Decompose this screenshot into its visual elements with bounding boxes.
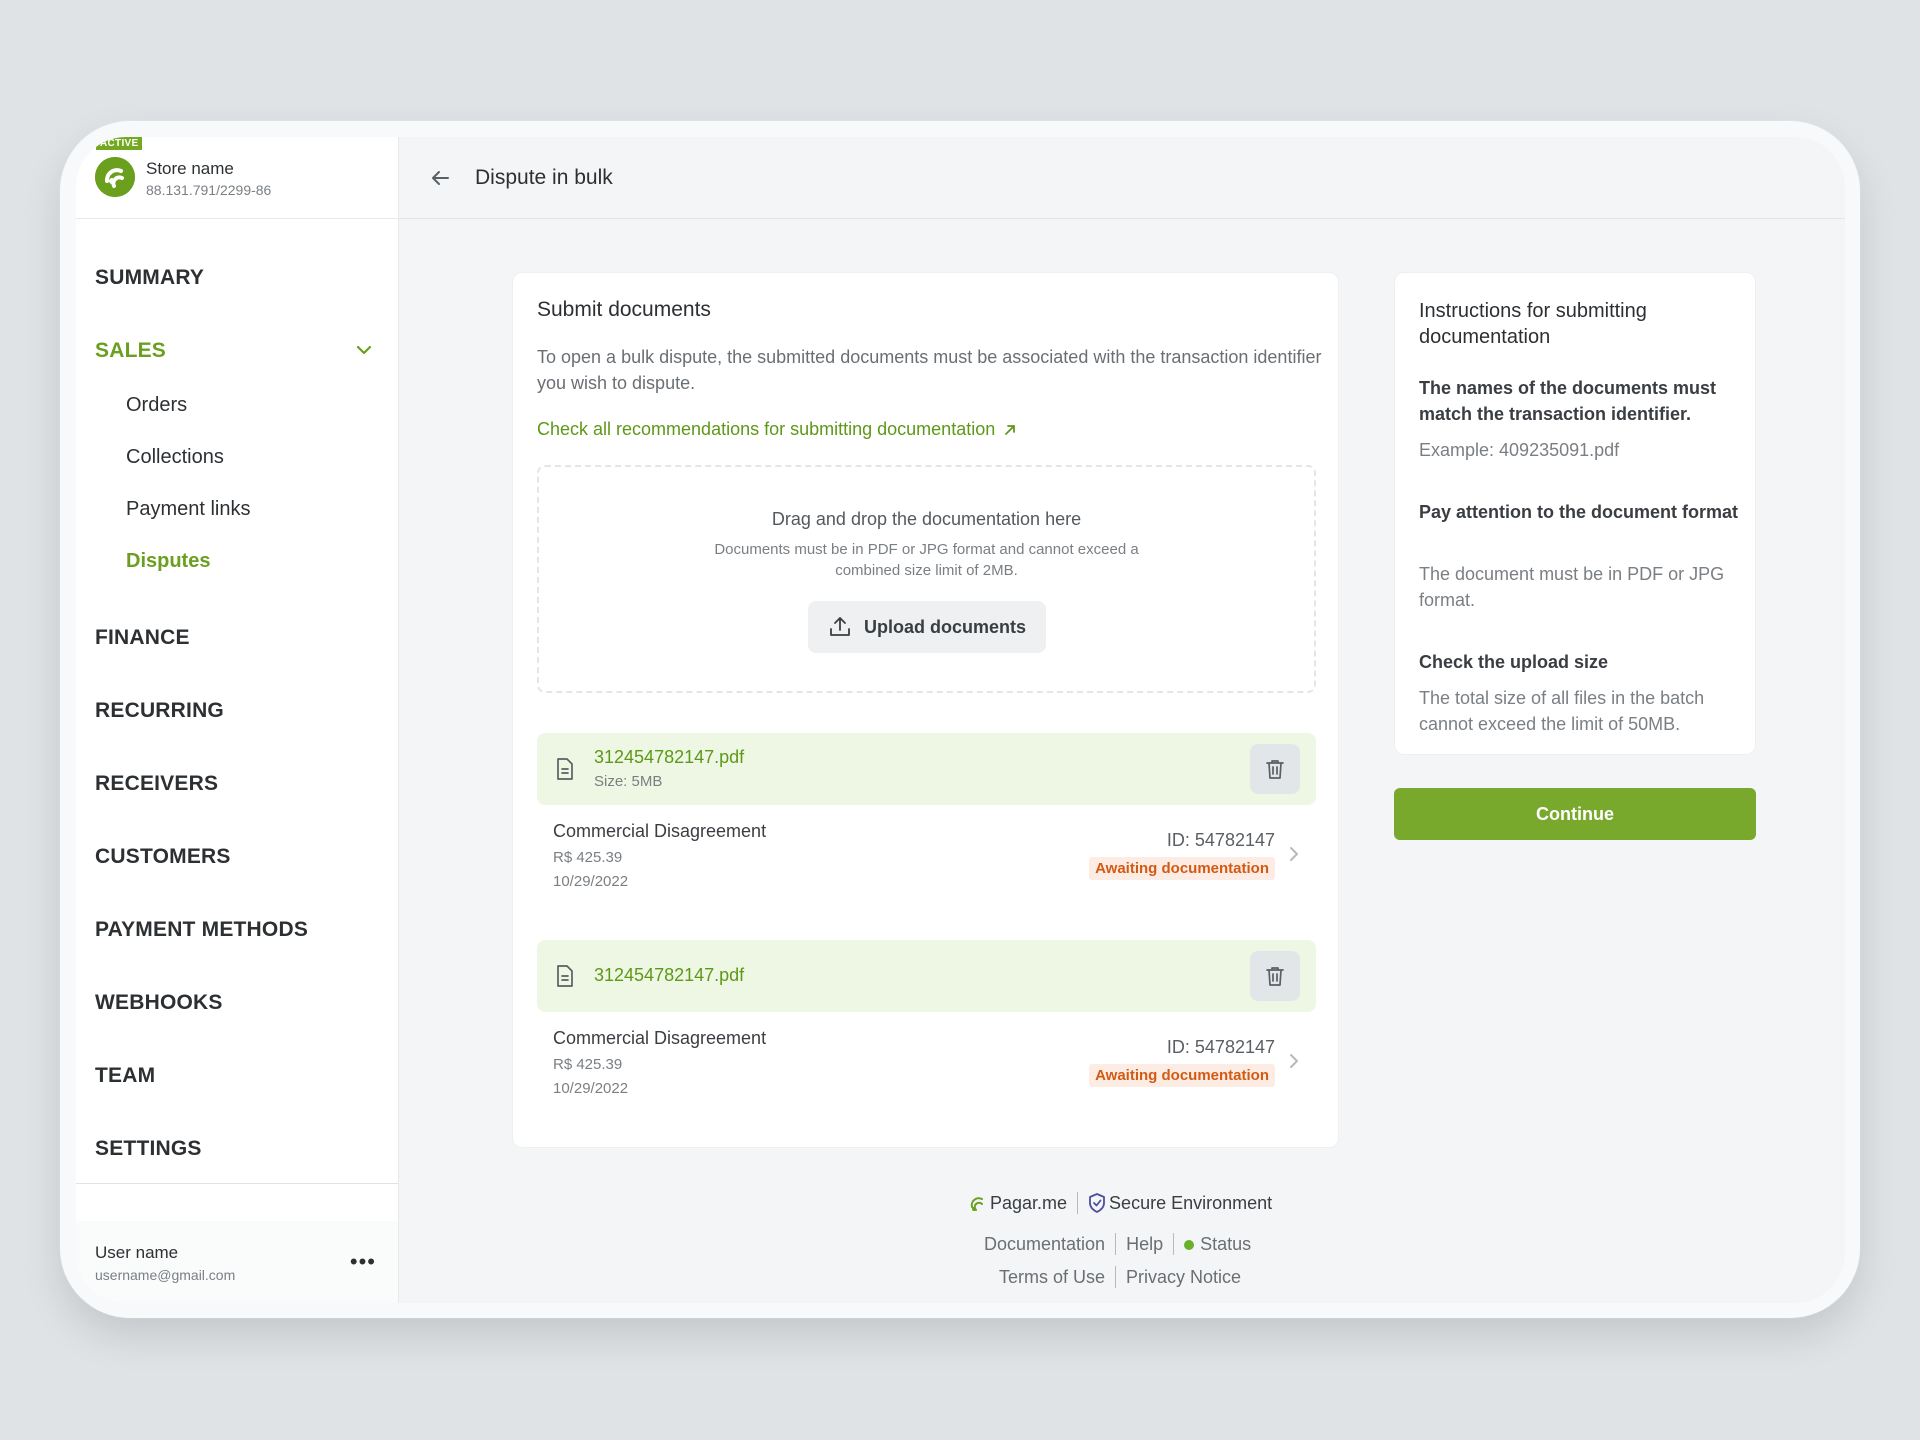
nav-disputes[interactable]: Disputes — [76, 535, 398, 587]
nav-receivers[interactable]: RECEIVERS — [76, 747, 398, 820]
recommendations-link[interactable]: Check all recommendations for submitting… — [537, 419, 1017, 440]
recommendations-link-label: Check all recommendations for submitting… — [537, 419, 996, 439]
arrow-left-icon[interactable] — [428, 166, 452, 190]
user-email: username@gmail.com — [95, 1267, 236, 1283]
file-size: Size: 5MB — [594, 773, 663, 790]
dropzone-title: Drag and drop the documentation here — [771, 509, 1082, 529]
shield-check-icon — [1089, 1193, 1105, 1213]
nav-recurring[interactable]: RECURRING — [76, 674, 398, 747]
status-link[interactable]: Status — [1184, 1234, 1251, 1255]
sidebar-footer: User name username@gmail.com ••• — [76, 1183, 398, 1303]
footer-brand-line: Pagar.me Secure Environment — [969, 1192, 1272, 1214]
nav-settings[interactable]: SETTINGS — [76, 1112, 398, 1185]
secure-environment-label: Secure Environment — [1109, 1192, 1273, 1213]
file-name: 312454782147.pdf — [594, 747, 745, 767]
uploaded-file-row: 312454782147.pdf Size: 5MB — [537, 733, 1316, 805]
transaction-amount: R$ 425.39 — [553, 849, 623, 866]
transaction-amount: R$ 425.39 — [553, 1056, 623, 1073]
footer-links: Documentation Help Status — [984, 1233, 1251, 1255]
privacy-link[interactable]: Privacy Notice — [1126, 1267, 1241, 1288]
transaction-row[interactable]: Commercial Disagreement R$ 425.39 10/29/… — [537, 1016, 1316, 1106]
store-logo-icon — [95, 157, 135, 197]
delete-file-button[interactable] — [1250, 951, 1300, 1001]
top-bar: Dispute in bulk — [399, 137, 1845, 219]
sidebar: ACTIVE Store name 88.131.791/2299-86 SUM… — [76, 137, 399, 1303]
nav-gap — [76, 587, 398, 601]
active-badge: ACTIVE — [96, 137, 143, 150]
pagarme-brand[interactable]: Pagar.me — [969, 1193, 1067, 1214]
chevron-down-icon — [356, 345, 372, 355]
upload-documents-button[interactable]: Upload documents — [808, 601, 1046, 653]
store-name: Store name — [146, 159, 234, 178]
uploaded-file-row: 312454782147.pdf — [537, 940, 1316, 1012]
nav-sales-label: SALES — [95, 339, 167, 362]
user-profile[interactable]: User name username@gmail.com ••• — [76, 1221, 398, 1303]
status-label: Status — [1200, 1233, 1252, 1254]
secure-environment: Secure Environment — [1088, 1193, 1272, 1214]
status-badge: Awaiting documentation — [1089, 1064, 1275, 1087]
status-badge: Awaiting documentation — [1089, 857, 1275, 880]
external-link-icon — [1005, 424, 1016, 435]
transaction-date: 10/29/2022 — [553, 873, 629, 890]
nav-team[interactable]: TEAM — [76, 1039, 398, 1112]
instruction-text: The document must be in PDF or JPG forma… — [1419, 564, 1725, 610]
dropzone-note: Documents must be in PDF or JPG format a… — [714, 541, 1139, 579]
instruction-text: Example: 409235091.pdf — [1419, 440, 1620, 460]
transaction-reason: Commercial Disagreement — [553, 1028, 767, 1048]
submit-documents-card: Submit documents To open a bulk dispute,… — [512, 272, 1339, 1148]
continue-button[interactable]: Continue — [1394, 788, 1756, 840]
trash-icon — [1266, 967, 1284, 986]
instruction-text: The total size of all files in the batch… — [1419, 688, 1705, 734]
documentation-link[interactable]: Documentation — [984, 1234, 1105, 1255]
app-screen: ACTIVE Store name 88.131.791/2299-86 SUM… — [76, 137, 1845, 1303]
file-name: 312454782147.pdf — [594, 965, 745, 985]
nav-webhooks[interactable]: WEBHOOKS — [76, 966, 398, 1039]
divider — [1173, 1233, 1175, 1255]
transaction-reason: Commercial Disagreement — [553, 821, 767, 841]
terms-link[interactable]: Terms of Use — [999, 1267, 1105, 1288]
status-dot-icon — [1184, 1239, 1195, 1250]
divider — [1115, 1266, 1117, 1288]
nav-payment-methods[interactable]: PAYMENT METHODS — [76, 893, 398, 966]
transaction-id: ID: 54782147 — [1166, 1037, 1275, 1057]
instructions-card: Instructions for submitting documentatio… — [1394, 272, 1756, 755]
pagarme-logo-icon — [970, 1197, 983, 1211]
nav-sales[interactable]: SALES — [76, 314, 398, 388]
more-options-icon[interactable]: ••• — [350, 1249, 376, 1275]
upload-documents-label: Upload documents — [863, 616, 1026, 637]
document-dropzone[interactable]: Drag and drop the documentation here Doc… — [537, 465, 1316, 693]
transaction-id: ID: 54782147 — [1166, 830, 1275, 850]
nav-summary[interactable]: SUMMARY — [76, 241, 398, 314]
nav-finance[interactable]: FINANCE — [76, 601, 398, 674]
upload-icon — [830, 617, 850, 636]
document-icon — [557, 758, 573, 780]
footer-legal-links: Terms of Use Privacy Notice — [999, 1266, 1241, 1288]
store-id: 88.131.791/2299-86 — [146, 182, 272, 198]
pagarme-label: Pagar.me — [990, 1192, 1068, 1213]
instruction-heading: Pay attention to the document format — [1419, 502, 1739, 522]
page-title: Dispute in bulk — [475, 166, 613, 189]
submit-title: Submit documents — [537, 298, 711, 321]
store-header[interactable]: ACTIVE Store name 88.131.791/2299-86 — [76, 137, 398, 219]
main-content: Dispute in bulk Submit documents To open… — [399, 137, 1845, 1303]
instructions-title: Instructions for submitting documentatio… — [1419, 300, 1647, 348]
instruction-heading: Check the upload size — [1419, 652, 1609, 672]
chevron-right-icon — [1290, 1054, 1298, 1068]
nav-customers[interactable]: CUSTOMERS — [76, 820, 398, 893]
trash-icon — [1266, 760, 1284, 779]
transaction-date: 10/29/2022 — [553, 1080, 629, 1097]
transaction-row[interactable]: Commercial Disagreement R$ 425.39 10/29/… — [537, 809, 1316, 899]
delete-file-button[interactable] — [1250, 744, 1300, 794]
divider — [1077, 1192, 1079, 1214]
submit-description: To open a bulk dispute, the submitted do… — [537, 347, 1322, 393]
chevron-right-icon — [1290, 847, 1298, 861]
divider — [1115, 1233, 1117, 1255]
instruction-heading: The names of the documents must match th… — [1419, 378, 1717, 424]
nav-payment-links[interactable]: Payment links — [76, 483, 398, 535]
document-icon — [557, 965, 573, 987]
main-nav: SUMMARY SALES Orders Collections Payment… — [76, 219, 398, 1185]
help-link[interactable]: Help — [1126, 1234, 1163, 1255]
user-name: User name — [95, 1243, 179, 1262]
nav-collections[interactable]: Collections — [76, 431, 398, 483]
